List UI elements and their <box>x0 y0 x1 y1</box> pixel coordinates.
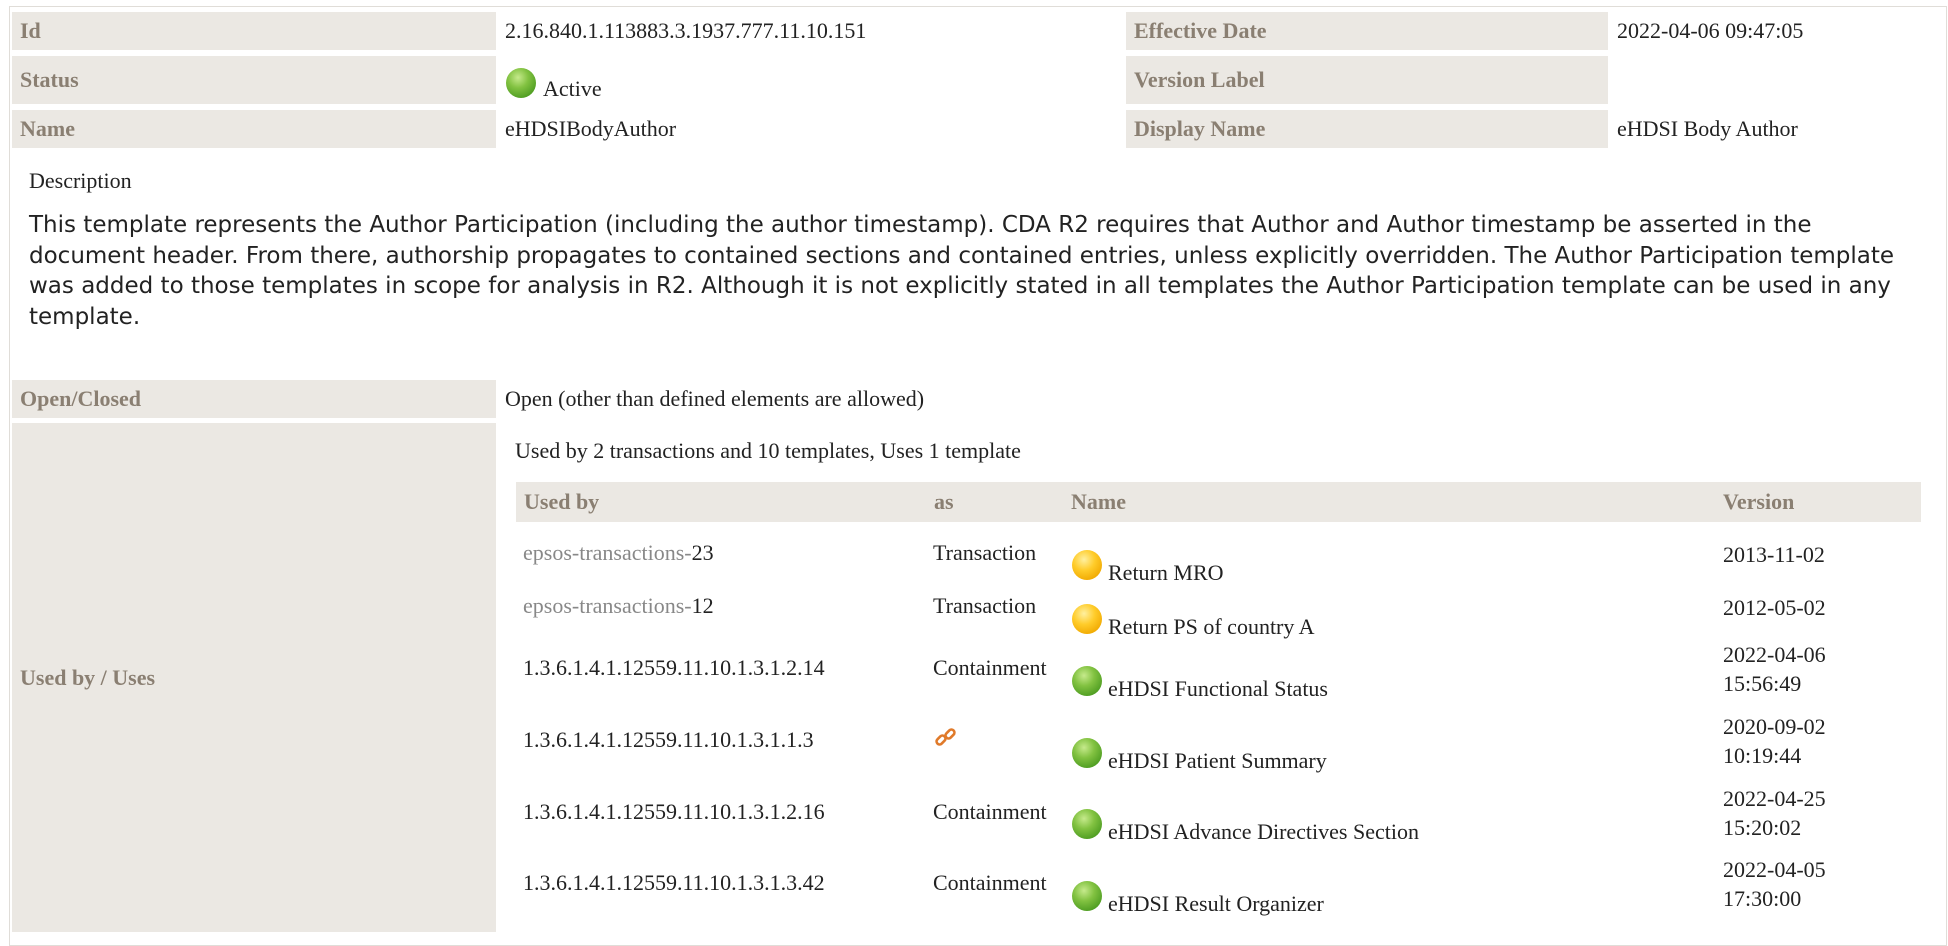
table-row-3-name[interactable]: eHDSI Functional Status <box>1072 646 1328 702</box>
used-by-uses-label: Used by / Uses <box>12 423 496 932</box>
effective-date-label: Effective Date <box>1126 12 1608 50</box>
version-label-label: Version Label <box>1126 56 1608 104</box>
template-name: eHDSI Result Organizer <box>1108 891 1324 916</box>
version-time: 15:20:02 <box>1723 815 1802 840</box>
yellow-status-dot-icon <box>1072 550 1102 580</box>
table-row-6-as: Containment <box>933 870 1047 895</box>
green-status-dot-icon <box>506 68 536 98</box>
version-date: 2022-04-06 <box>1723 642 1826 667</box>
table-row-6-used-by[interactable]: 1.3.6.1.4.1.12559.11.10.1.3.1.3.42 <box>523 860 825 906</box>
table-row-1-version: 2013-11-02 <box>1723 534 1825 574</box>
transaction-prefix: epsos-transactions- <box>523 540 692 565</box>
table-row-5-used-by[interactable]: 1.3.6.1.4.1.12559.11.10.1.3.1.2.16 <box>523 789 825 835</box>
table-row-1-used-by[interactable]: epsos-transactions- 23 <box>523 530 714 576</box>
name-label: Name <box>12 110 496 148</box>
table-row-3-as: Containment <box>933 655 1047 680</box>
name-value: eHDSIBodyAuthor <box>505 116 677 141</box>
template-name: eHDSI Advance Directives Section <box>1108 819 1419 844</box>
template-name: eHDSI Patient Summary <box>1108 748 1327 773</box>
column-header-name: Name <box>1063 482 1715 522</box>
transaction-prefix: epsos-transactions- <box>523 593 692 618</box>
table-row-6-version: 2022-04-05 17:30:00 <box>1723 854 1826 914</box>
version-time: 10:19:44 <box>1723 743 1802 768</box>
open-closed-value: Open (other than defined elements are al… <box>505 386 925 411</box>
green-status-dot-icon <box>1072 738 1102 768</box>
transaction-id: 12 <box>691 593 714 618</box>
status-text: Active <box>543 76 602 101</box>
version-date: 2012-05-02 <box>1723 594 1826 620</box>
link-icon[interactable] <box>933 725 959 751</box>
column-header-as: as <box>926 482 1063 522</box>
table-row-2-version: 2012-05-02 <box>1723 587 1826 627</box>
version-date: 2022-04-25 <box>1723 786 1826 811</box>
table-row-6-name[interactable]: eHDSI Result Organizer <box>1072 861 1324 917</box>
table-row-4-version: 2020-09-02 10:19:44 <box>1723 711 1826 771</box>
column-header-version: Version <box>1715 482 1921 522</box>
table-row-1-name[interactable]: Return MRO <box>1072 530 1224 586</box>
table-row-4-as[interactable] <box>933 720 959 756</box>
description-label: Description <box>29 168 132 193</box>
display-name-value: eHDSI Body Author <box>1617 116 1798 141</box>
table-row-5-as: Containment <box>933 799 1047 824</box>
green-status-dot-icon <box>1072 881 1102 911</box>
effective-date-value: 2022-04-06 09:47:05 <box>1617 18 1804 43</box>
id-value: 2.16.840.1.113883.3.1937.777.11.10.151 <box>505 18 867 43</box>
table-row-4-used-by[interactable]: 1.3.6.1.4.1.12559.11.10.1.3.1.1.3 <box>523 717 814 763</box>
green-status-dot-icon <box>1072 666 1102 696</box>
used-by-summary: Used by 2 transactions and 10 templates,… <box>515 438 1021 463</box>
column-header-used-by: Used by <box>516 482 926 522</box>
version-time: 17:30:00 <box>1723 886 1802 911</box>
template-name: Return PS of country A <box>1108 614 1315 639</box>
version-date: 2013-11-02 <box>1723 541 1825 567</box>
table-row-4-name[interactable]: eHDSI Patient Summary <box>1072 718 1327 774</box>
table-row-2-as: Transaction <box>933 593 1037 618</box>
table-row-2-name[interactable]: Return PS of country A <box>1072 584 1315 640</box>
id-label: Id <box>12 12 496 50</box>
display-name-label: Display Name <box>1126 110 1608 148</box>
open-closed-label: Open/Closed <box>12 380 496 418</box>
description-text: This template represents the Author Part… <box>29 212 1895 330</box>
table-row-3-used-by[interactable]: 1.3.6.1.4.1.12559.11.10.1.3.1.2.14 <box>523 645 825 691</box>
green-status-dot-icon <box>1072 809 1102 839</box>
status-value: Active <box>506 56 602 104</box>
template-name: Return MRO <box>1108 560 1224 585</box>
table-row-1-as: Transaction <box>933 540 1037 565</box>
yellow-status-dot-icon <box>1072 604 1102 634</box>
version-time: 15:56:49 <box>1723 671 1802 696</box>
table-row-5-version: 2022-04-25 15:20:02 <box>1723 783 1826 843</box>
table-row-2-used-by[interactable]: epsos-transactions- 12 <box>523 583 714 629</box>
transaction-id: 23 <box>691 540 714 565</box>
table-row-3-version: 2022-04-06 15:56:49 <box>1723 639 1826 699</box>
status-label: Status <box>12 56 496 104</box>
template-name: eHDSI Functional Status <box>1108 676 1328 701</box>
version-date: 2022-04-05 <box>1723 857 1826 882</box>
table-row-5-name[interactable]: eHDSI Advance Directives Section <box>1072 789 1419 845</box>
version-date: 2020-09-02 <box>1723 714 1826 739</box>
